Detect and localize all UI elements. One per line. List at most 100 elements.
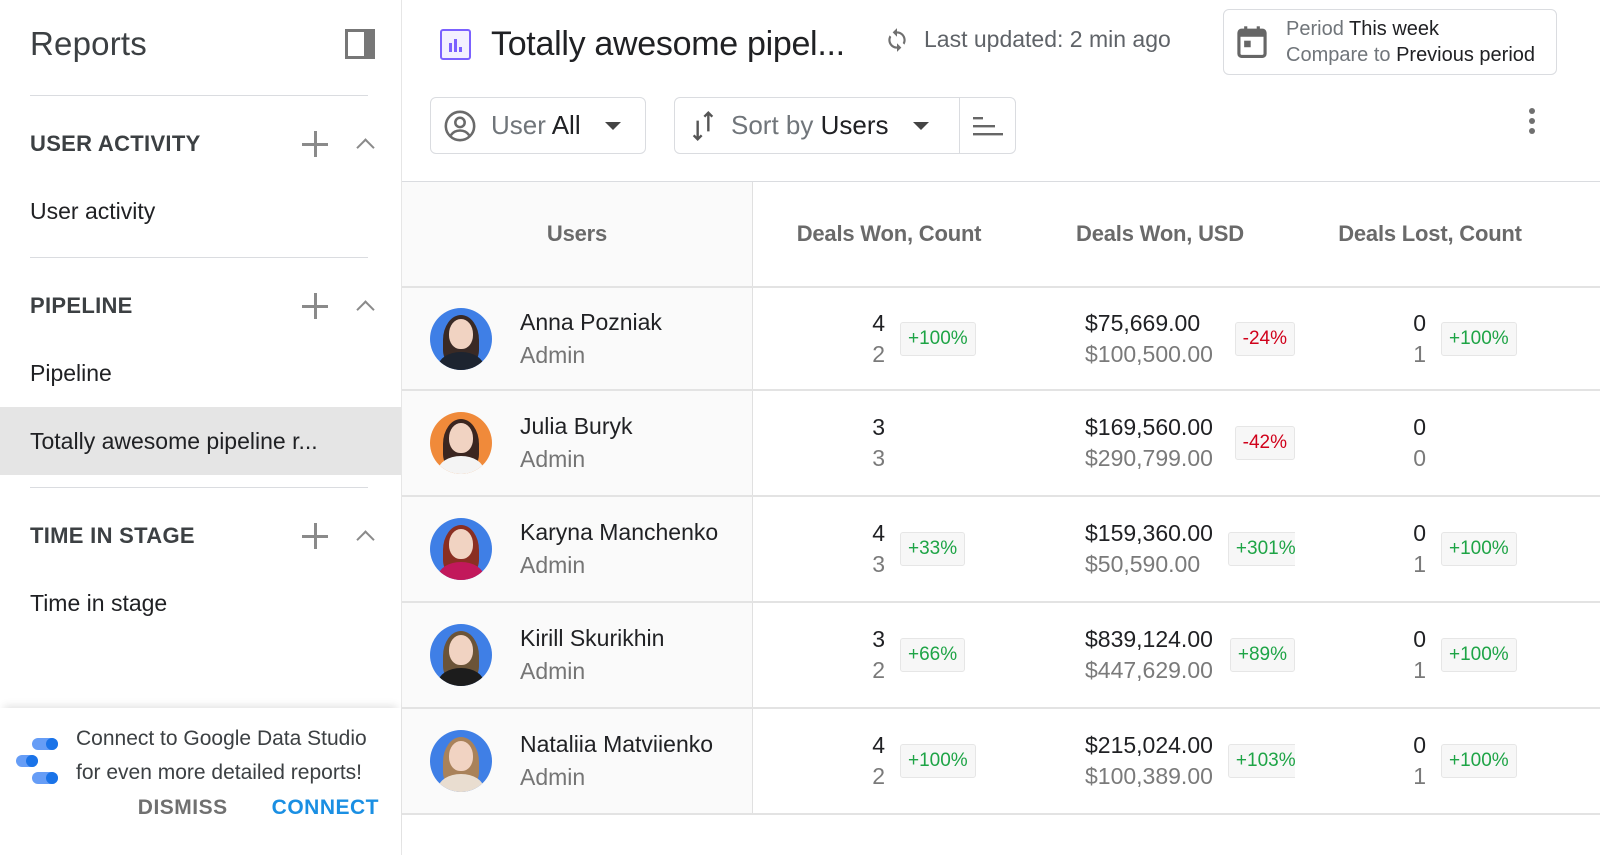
user-name: Julia Buryk (520, 413, 633, 439)
user-role: Admin (520, 341, 586, 368)
previous-value: 3 (872, 445, 885, 471)
deals-lost-count-cell: 0 1 +100% (1295, 603, 1565, 707)
divider (30, 95, 368, 96)
row-spacer (1565, 603, 1600, 707)
sidebar-item-totally-awesome-pipeline[interactable]: Totally awesome pipeline r... (0, 407, 401, 475)
current-value: 4 (872, 520, 885, 546)
deals-lost-count-cell: 0 1 +100% (1295, 709, 1565, 813)
deals-won-count-cell: 4 3 +33% (753, 497, 1025, 601)
sidebar-item-label: Time in stage (30, 589, 168, 616)
sidebar-header: Reports (30, 22, 375, 66)
user-role: Admin (520, 764, 586, 790)
user-cell[interactable]: Nataliia Matviienko Admin (402, 709, 753, 813)
period-selector[interactable]: Period This week Compare to Previous per… (1223, 9, 1557, 75)
last-updated-text: Last updated: 2 min ago (924, 26, 1171, 52)
avatar (430, 624, 492, 686)
compare-value: Previous period (1396, 44, 1536, 66)
avatar (430, 730, 492, 792)
change-badge: +100% (1441, 744, 1517, 778)
plus-icon[interactable] (302, 131, 328, 157)
user-cell[interactable]: Anna Pozniak Admin (402, 288, 753, 389)
previous-value: $50,590.00 (1085, 551, 1201, 577)
current-value: 0 (1413, 414, 1426, 440)
current-value: 3 (872, 626, 885, 652)
chevron-up-icon[interactable] (354, 525, 376, 547)
sort-label: Sort by (731, 110, 814, 140)
panel-toggle-icon[interactable] (345, 29, 375, 59)
current-value: $75,669.00 (1085, 309, 1201, 336)
sort-order-icon (972, 116, 1003, 135)
row-spacer (1565, 497, 1600, 601)
user-cell[interactable]: Julia Buryk Admin (402, 391, 753, 495)
change-badge: +100% (1441, 532, 1517, 566)
google-data-studio-icon (16, 738, 60, 784)
user-name: Anna Pozniak (520, 308, 662, 335)
current-value: 0 (1413, 520, 1426, 546)
table-row: Nataliia Matviienko Admin 4 2 +100% $215,… (402, 709, 1600, 815)
sidebar-item-pipeline[interactable]: Pipeline (0, 339, 401, 407)
change-badge: +100% (1441, 638, 1517, 672)
previous-value: 1 (1413, 340, 1426, 367)
plus-icon[interactable] (302, 293, 328, 319)
deals-won-usd-cell: $169,560.00 $290,799.00 -42% (1025, 391, 1295, 495)
column-header-deals-lost-count[interactable]: Deals Lost, Count (1295, 182, 1565, 286)
sidebar: Reports USER ACTIVITY User activity PIPE… (0, 0, 402, 855)
report-header: Totally awesome pipel... (440, 22, 845, 66)
last-updated: Last updated: 2 min ago (884, 26, 1171, 53)
sync-icon[interactable] (884, 27, 910, 53)
change-badge: +103% (1227, 744, 1304, 778)
current-value: $159,360.00 (1085, 520, 1213, 546)
avatar (430, 307, 492, 370)
previous-value: $290,799.00 (1085, 445, 1213, 471)
user-name: Karyna Manchenko (520, 519, 719, 545)
user-role: Admin (520, 446, 586, 472)
deals-won-count-cell: 3 2 +66% (753, 603, 1025, 707)
connect-button[interactable]: CONNECT (272, 796, 379, 820)
previous-value: 1 (1413, 551, 1426, 577)
period-line: Period This week (1286, 18, 1440, 40)
user-filter-value: All (551, 110, 581, 140)
previous-value: $447,629.00 (1085, 657, 1213, 683)
chevron-up-icon[interactable] (354, 295, 376, 317)
section-pipeline: PIPELINE (30, 286, 380, 326)
deals-lost-count-cell: 0 1 +100% (1295, 288, 1565, 389)
sidebar-item-user-activity[interactable]: User activity (0, 177, 401, 245)
table-header: Users Deals Won, Count Deals Won, USD De… (402, 181, 1600, 288)
previous-value: 2 (872, 763, 885, 789)
column-header-users[interactable]: Users (402, 182, 753, 286)
sort-dropdown[interactable]: Sort by Users (674, 97, 1016, 154)
current-value: 3 (872, 414, 885, 440)
user-role: Admin (520, 658, 586, 684)
row-spacer (1565, 288, 1600, 389)
previous-value: 3 (872, 551, 885, 577)
deals-won-usd-cell: $75,669.00 $100,500.00 -24% (1025, 288, 1295, 389)
table-row: Kirill Skurikhin Admin 3 2 +66% $839,124.… (402, 603, 1600, 709)
sidebar-title: Reports (30, 25, 147, 62)
column-header-deals-won-usd[interactable]: Deals Won, USD (1025, 182, 1295, 286)
section-title: USER ACTIVITY (30, 131, 201, 156)
current-value: 4 (872, 732, 885, 758)
table-body: Anna Pozniak Admin 4 2 +100% $75,669.00 $1… (402, 288, 1600, 815)
column-header-deals-won-count[interactable]: Deals Won, Count (753, 182, 1025, 286)
user-cell[interactable]: Karyna Manchenko Admin (402, 497, 753, 601)
report-title[interactable]: Totally awesome pipel... (491, 25, 845, 64)
column-header-spacer (1565, 182, 1600, 286)
change-badge: -42% (1234, 426, 1295, 460)
compare-line: Compare to Previous period (1286, 44, 1536, 66)
sidebar-item-time-in-stage[interactable]: Time in stage (0, 569, 401, 637)
deals-lost-count-cell: 00 (1295, 391, 1565, 495)
sort-order-button[interactable] (959, 98, 1015, 153)
user-cell[interactable]: Kirill Skurikhin Admin (402, 603, 753, 707)
avatar (430, 518, 492, 580)
data-studio-promo: Connect to Google Data Studio for even m… (0, 708, 401, 855)
user-name: Nataliia Matviienko (520, 731, 714, 757)
user-filter-dropdown[interactable]: User All (430, 97, 646, 154)
plus-icon[interactable] (302, 523, 328, 549)
change-badge: +89% (1229, 638, 1295, 672)
more-vertical-icon[interactable] (1526, 108, 1538, 140)
deals-won-usd-cell: $215,024.00 $100,389.00 +103% (1025, 709, 1304, 813)
chevron-up-icon[interactable] (354, 133, 376, 155)
dismiss-button[interactable]: DISMISS (138, 796, 228, 820)
sidebar-item-label: Totally awesome pipeline r... (30, 427, 318, 454)
deals-won-usd-cell: $839,124.00 $447,629.00 +89% (1025, 603, 1295, 707)
